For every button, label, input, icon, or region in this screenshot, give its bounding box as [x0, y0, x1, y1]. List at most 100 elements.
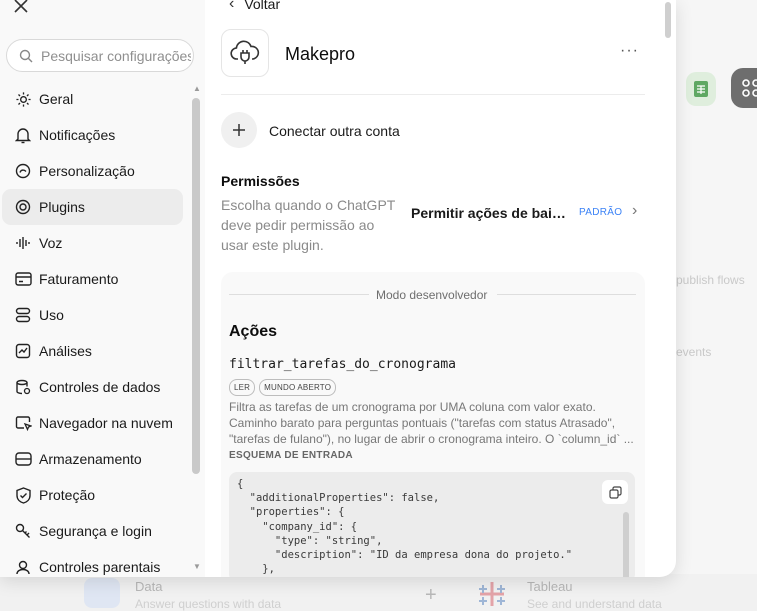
sidebar-item-notificacoes[interactable]: Notificações — [2, 117, 183, 153]
sidebar-item-label: Uso — [39, 307, 64, 323]
sidebar-item-personalizacao[interactable]: Personalização — [2, 153, 183, 189]
chart-icon — [14, 342, 32, 360]
sidebar-item-voz[interactable]: Voz — [2, 225, 183, 261]
search-box[interactable] — [6, 39, 194, 72]
action-description: Filtra as tarefas de um cronograma por U… — [229, 399, 637, 447]
copy-button[interactable] — [602, 480, 628, 504]
sidebar-item-label: Plugins — [39, 199, 85, 215]
sidebar-item-armazenamento[interactable]: Armazenamento — [2, 441, 183, 477]
back-label: Voltar — [244, 0, 281, 12]
sidebar-item-uso[interactable]: Uso — [2, 297, 183, 333]
sidebar-scrollbar[interactable] — [192, 98, 200, 474]
sidebar-item-label: Análises — [39, 343, 92, 359]
back-button[interactable]: ‹ Voltar — [229, 0, 280, 13]
sidebar-item-label: Proteção — [39, 487, 96, 503]
permissions-title: Permissões — [221, 173, 300, 189]
developer-mode-section: Modo desenvolvedor Ações filtrar_tarefas… — [221, 272, 645, 577]
family-icon — [14, 558, 32, 576]
content-scrollbar[interactable] — [665, 2, 671, 38]
action-name: filtrar_tarefas_do_cronograma — [229, 357, 456, 372]
developer-mode-label: Modo desenvolvedor — [376, 288, 488, 302]
voice-icon — [14, 234, 32, 252]
sheets-app-icon[interactable] — [686, 72, 716, 106]
usage-icon — [14, 306, 32, 324]
action-description-line: "tarefas de fulano"), no lugar de abrir … — [229, 432, 634, 446]
sidebar-item-controles-parentais[interactable]: Controles parentais — [2, 549, 183, 577]
permission-dropdown[interactable]: Permitir ações de baixo risco — [411, 205, 566, 221]
connect-account-button[interactable] — [221, 112, 257, 148]
tableau-icon[interactable] — [474, 578, 510, 611]
plus-icon — [233, 124, 245, 136]
sidebar-item-seguranca-e-login[interactable]: Segurança e login — [2, 513, 183, 549]
sidebar-item-navegador-na-nuvem[interactable]: Navegador na nuvem — [2, 405, 183, 441]
actions-title: Ações — [229, 323, 278, 340]
sidebar-item-plugins[interactable]: Plugins — [2, 189, 183, 225]
scroll-up-arrow[interactable]: ▲ — [193, 84, 201, 93]
tag-read: LER — [229, 379, 256, 396]
bg-tile-data-sub: Answer questions with data — [135, 597, 282, 611]
schema-code: { "additionalProperties": false, "proper… — [237, 478, 573, 576]
input-schema-label: ESQUEMA DE ENTRADA — [229, 450, 353, 461]
personalization-icon — [14, 162, 32, 180]
browser-icon — [14, 414, 32, 432]
action-tags: LER MUNDO ABERTO — [229, 379, 337, 396]
scroll-down-arrow[interactable]: ▼ — [193, 562, 201, 571]
sidebar-item-label: Segurança e login — [39, 523, 152, 539]
cloud-plug-icon — [230, 40, 260, 64]
shield-icon — [14, 486, 32, 504]
sidebar-item-controles-de-dados[interactable]: Controles de dados — [2, 369, 183, 405]
sidebar-item-label: Geral — [39, 91, 74, 107]
action-description-line: Filtra as tarefas de um cronograma por U… — [229, 400, 596, 414]
sidebar-item-label: Armazenamento — [39, 451, 142, 467]
bell-icon — [14, 126, 32, 144]
sidebar-item-label: Controles de dados — [39, 379, 161, 395]
bg-publish-text: publish flows — [676, 273, 745, 287]
bg-tile-tableau-sub: See and understand data — [527, 597, 662, 611]
copy-icon — [608, 485, 622, 499]
schema-code-block: { "additionalProperties": false, "proper… — [229, 472, 635, 577]
search-input[interactable] — [41, 47, 191, 64]
sidebar-item-label: Notificações — [39, 127, 116, 143]
plugin-name: Makepro — [285, 44, 356, 64]
data-app-icon[interactable] — [84, 578, 120, 608]
key-icon — [14, 522, 32, 540]
sidebar-item-protecao[interactable]: Proteção — [2, 477, 183, 513]
sidebar-item-faturamento[interactable]: Faturamento — [2, 261, 183, 297]
bg-events-text: events — [676, 345, 712, 359]
sidebar-item-geral[interactable]: Geral — [2, 81, 183, 117]
sidebar-item-label: Voz — [39, 235, 63, 251]
card-icon — [14, 270, 32, 288]
storage-icon — [14, 450, 32, 468]
divider — [221, 94, 645, 95]
code-scrollbar[interactable] — [623, 512, 629, 577]
bg-tile-data-title: Data — [135, 579, 163, 594]
divider — [229, 294, 369, 295]
permissions-description: Escolha quando o ChatGPT deve pedir perm… — [221, 197, 396, 253]
plugin-detail-panel: ‹ Voltar Makepro ··· Conectar outra cont… — [205, 0, 676, 577]
gear-icon — [14, 90, 32, 108]
plugin-icon — [14, 198, 32, 216]
plugin-logo — [221, 29, 269, 77]
apps-grid-icon[interactable] — [731, 68, 757, 108]
sidebar-item-analises[interactable]: Análises — [2, 333, 183, 369]
database-icon — [14, 378, 32, 396]
divider — [497, 294, 636, 295]
sidebar-item-label: Controles parentais — [39, 559, 161, 575]
sidebar-item-label: Personalização — [39, 163, 135, 179]
more-options-icon[interactable]: ··· — [620, 42, 639, 60]
close-icon[interactable] — [14, 0, 32, 16]
chevron-right-icon[interactable]: › — [632, 202, 637, 220]
sidebar-item-label: Faturamento — [39, 271, 119, 287]
settings-nav: Geral Notificações Personalização Plugin… — [0, 81, 192, 577]
tag-open-world: MUNDO ABERTO — [259, 379, 337, 396]
connect-account-label[interactable]: Conectar outra conta — [269, 123, 400, 139]
sidebar-item-label: Navegador na nuvem — [39, 415, 173, 431]
chevron-left-icon: ‹ — [229, 0, 235, 12]
settings-sidebar: Geral Notificações Personalização Plugin… — [0, 0, 205, 577]
settings-modal: Geral Notificações Personalização Plugin… — [0, 0, 676, 577]
bg-tile-tableau-title: Tableau — [527, 579, 573, 594]
search-icon — [19, 49, 33, 62]
bg-plus-icon[interactable]: + — [425, 584, 437, 607]
default-badge: PADRÃO — [579, 207, 623, 218]
action-description-line: Caminho barato para perguntas pontuais (… — [229, 416, 616, 430]
